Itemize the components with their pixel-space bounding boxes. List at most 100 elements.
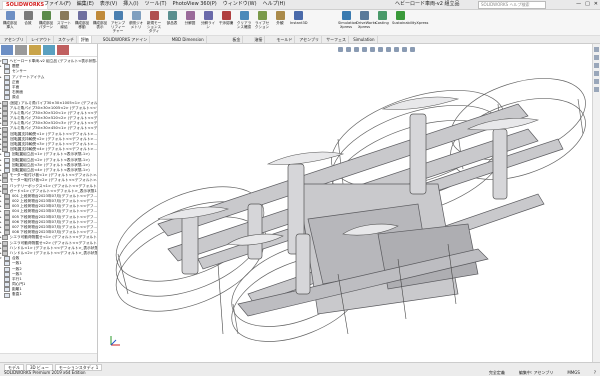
ribbon-button-label: ライブセクション [254, 21, 270, 29]
ribbon-button-icon [341, 11, 351, 20]
ribbon-button-label: Instant3D [290, 21, 308, 25]
ribbon-button[interactable]: Instant3D [290, 11, 308, 25]
solidworks-logo[interactable]: SOLIDWORKS [2, 1, 49, 10]
ribbon-button[interactable]: クリアランス確認 [236, 11, 252, 29]
appearances-icon[interactable] [594, 79, 599, 84]
command-tab[interactable]: Simulation [351, 36, 378, 43]
ribbon-button[interactable]: 干渉認識 [218, 11, 234, 25]
ribbon-button-label: 構成部品移動 [74, 21, 90, 29]
menu-insert[interactable]: 挿入(I) [123, 1, 138, 8]
feature-tree-tab-icon[interactable] [1, 45, 13, 55]
ribbon-button-label: 部品表 [166, 21, 178, 25]
ribbon-button[interactable]: 分解ライン [200, 11, 216, 29]
unit-system-selector[interactable]: MMGS [567, 370, 580, 375]
solidworks-resources-icon[interactable] [594, 47, 599, 52]
command-tab[interactable]: 評価 [78, 36, 92, 43]
ribbon-button[interactable]: 参照ジオメトリ [128, 11, 144, 29]
window-controls: — □ ✕ [576, 1, 598, 8]
document-title: ヘビーロード車両-v2 組立品 [395, 1, 460, 7]
config-tab-icon[interactable] [29, 45, 41, 55]
ribbon-button[interactable]: スマート締結 [56, 11, 72, 29]
ribbon-button-icon [149, 11, 159, 20]
menu-window[interactable]: ウィンドウ(W) [223, 1, 257, 8]
menu-view[interactable]: 表示(V) [100, 1, 117, 8]
property-tab-icon[interactable] [15, 45, 27, 55]
close-icon[interactable]: ✕ [594, 1, 598, 8]
ribbon-button-label: スマート締結 [56, 21, 72, 29]
ribbon-button-label: 新規モーションスタディ [146, 21, 162, 33]
status-bar: モデル 3D ビュー モーションスタディ 1 SOLIDWORKS Premiu… [0, 362, 600, 376]
command-tab[interactable]: SOLIDWORKS アドイン [101, 36, 151, 43]
help-icon[interactable]: ? [594, 370, 596, 375]
ribbon-button[interactable]: 構成部品パターン [38, 11, 54, 29]
ribbon-button-icon [167, 11, 177, 20]
view-palette-icon[interactable] [594, 71, 599, 76]
command-tab[interactable]: スケッチ [56, 36, 77, 43]
ribbon-button[interactable]: 分解図 [182, 11, 198, 25]
menu-edit[interactable]: 編集(E) [77, 1, 94, 8]
task-pane [592, 44, 600, 362]
status-edition: SOLIDWORKS Premium 2019 x64 Edition [4, 370, 86, 375]
graphics-viewport[interactable] [98, 44, 600, 362]
ribbon-button-icon [41, 11, 51, 20]
status-editing: 編集中: アセンブリ [518, 370, 554, 375]
ribbon-button-icon [257, 11, 267, 20]
ribbon-button[interactable]: Costing [374, 11, 390, 25]
command-tab[interactable]: アセンブリ [297, 36, 322, 43]
feature-manager-panel: ▾ヘビーロード車両-v2 組立品 (デフォルト<表示状態-1>)▸履歴センサー▸… [0, 44, 98, 362]
ribbon-button[interactable]: アセンブリフィーチャー [110, 11, 126, 33]
command-tab[interactable]: アセンブリ [2, 36, 27, 43]
ribbon-button-label: Costing [375, 21, 389, 25]
dimxpert-tab-icon[interactable] [43, 45, 55, 55]
help-search-input[interactable]: SOLIDWORKS ヘルプ検索 [478, 1, 546, 9]
ribbon-button-label: Simulation Xpress [338, 21, 358, 29]
ribbon-button-label: DriveWorks Xpress [356, 21, 377, 29]
ribbon-button-label: 分解図 [184, 21, 196, 25]
ribbon-button-icon [275, 11, 285, 20]
display-tab-icon[interactable] [57, 45, 69, 55]
command-tab[interactable]: MBD Dimension [170, 36, 207, 43]
ribbon-button-icon [95, 11, 105, 20]
ribbon-button[interactable]: SustainabilityXpress [392, 11, 428, 25]
menu-tools[interactable]: ツール(T) [145, 1, 167, 8]
menu-help[interactable]: ヘルプ(H) [263, 1, 286, 8]
tree-item[interactable]: 垂直1 [0, 292, 97, 298]
menu-photoview[interactable]: PhotoView 360(P) [173, 1, 217, 8]
ribbon-button-icon [77, 11, 87, 20]
ribbon-button[interactable]: 構成部品表示 [92, 11, 108, 29]
ribbon-button[interactable]: 新規モーションスタディ [146, 11, 162, 33]
ribbon-button-label: 干渉認識 [218, 21, 234, 25]
ribbon-button-icon [23, 11, 33, 20]
command-tab[interactable]: 溶接 [252, 36, 266, 43]
ribbon-button-icon [395, 11, 405, 20]
minimize-icon[interactable]: — [576, 1, 581, 8]
command-tab[interactable]: モールド [274, 36, 296, 43]
ribbon-button-icon [377, 11, 387, 20]
ribbon-button[interactable]: 構成部品挿入 [2, 11, 18, 29]
file-explorer-icon[interactable] [594, 63, 599, 68]
tree-item-label: 垂直1 [12, 292, 22, 297]
ribbon-button[interactable]: 構成部品移動 [74, 11, 90, 29]
ribbon-button-label: クリアランス確認 [236, 21, 252, 29]
custom-properties-icon[interactable] [594, 87, 599, 92]
ribbon-button-icon [59, 11, 69, 20]
ribbon-button[interactable]: DriveWorks Xpress [356, 11, 377, 29]
ribbon-button-icon [131, 11, 141, 20]
design-library-icon[interactable] [594, 55, 599, 60]
ribbon-button-icon [185, 11, 195, 20]
assembly-model-view[interactable] [98, 44, 593, 362]
command-tab[interactable]: レイアウト [29, 36, 54, 43]
feature-tree: ▾ヘビーロード車両-v2 組立品 (デフォルト<表示状態-1>)▸履歴センサー▸… [0, 59, 97, 298]
command-tab[interactable]: サーフェス [324, 36, 349, 43]
command-tab[interactable]: 板金 [230, 36, 244, 43]
ribbon-button[interactable]: 合致 [20, 11, 36, 25]
ribbon-button[interactable]: Simulation Xpress [338, 11, 358, 29]
menu-file[interactable]: ファイル(F) [44, 1, 71, 8]
ribbon-button[interactable]: ライブセクション [254, 11, 270, 29]
command-manager-ribbon: 構成部品挿入 合致 構成部品パターン スマート締結 構成部品移動 構成部品表示 アセンブリフ… [0, 10, 600, 36]
ribbon-button-icon [359, 11, 369, 20]
ribbon-button[interactable]: 部品表 [164, 11, 180, 25]
ribbon-button[interactable]: 外観 [272, 11, 288, 25]
ribbon-button-label: 構成部品パターン [38, 21, 54, 29]
maximize-icon[interactable]: □ [585, 1, 590, 8]
